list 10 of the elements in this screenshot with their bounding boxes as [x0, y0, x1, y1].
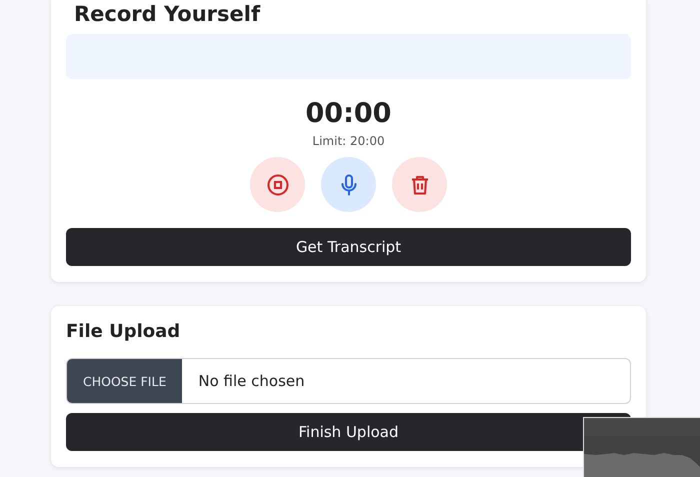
section-title: Record Yourself — [74, 1, 262, 28]
timer: 00:00 — [304, 97, 392, 131]
file-input[interactable]: CHOOSE FILE No file chosen — [66, 358, 631, 404]
stop-icon — [266, 172, 290, 196]
section-title: File Upload — [66, 320, 182, 344]
finish-upload-button[interactable]: Finish Upload — [66, 413, 631, 451]
limit-label: Limit: 20:00 — [311, 133, 386, 149]
file-status: No file chosen — [197, 371, 305, 392]
get-transcript-button[interactable]: Get Transcript — [66, 228, 631, 266]
choose-file-button[interactable]: CHOOSE FILE — [67, 359, 182, 403]
